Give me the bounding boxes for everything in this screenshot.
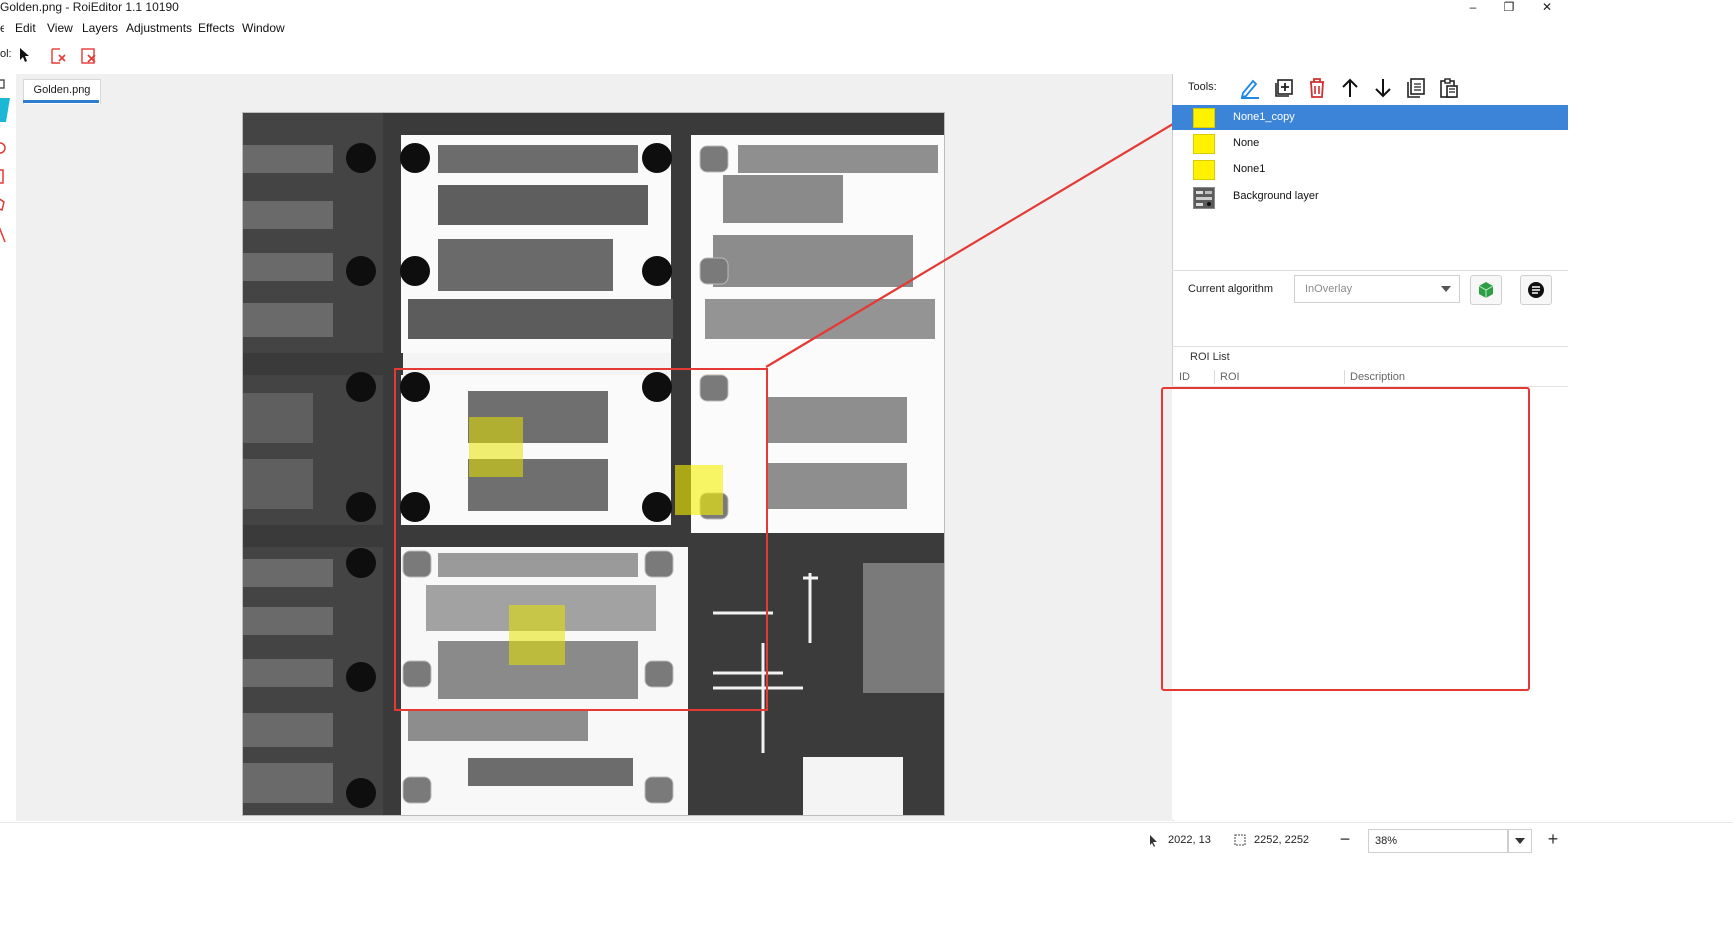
image-size: 2252, 2252: [1254, 834, 1310, 846]
layer-row-none1-copy[interactable]: None1_copy: [1172, 105, 1568, 130]
roi-table-header: ID ROI Description: [1172, 368, 1568, 387]
copy-icon[interactable]: [1405, 77, 1427, 99]
column-divider[interactable]: [1344, 370, 1345, 384]
menu-layers[interactable]: Layers: [82, 19, 118, 37]
tool-label: ol:: [0, 48, 12, 60]
minimize-button[interactable]: –: [1453, 0, 1493, 14]
menu-bar: e Edit View Layers Adjustments Effects W…: [0, 19, 700, 37]
zoom-value: 38%: [1375, 835, 1398, 847]
roi-list-title: ROI List: [1190, 351, 1230, 363]
menu-effects[interactable]: Effects: [198, 19, 234, 37]
layer-label: None1_copy: [1233, 111, 1295, 123]
cube-icon: [1477, 281, 1495, 302]
chevron-down-icon: [1515, 838, 1525, 844]
menu-file-clipped[interactable]: e: [0, 19, 4, 37]
menu-view[interactable]: View: [47, 19, 73, 37]
menu-edit[interactable]: Edit: [15, 19, 36, 37]
pencil-icon[interactable]: [1239, 77, 1261, 99]
layer-swatch: [1193, 160, 1215, 180]
algorithm-settings-button[interactable]: [1520, 275, 1552, 305]
column-description[interactable]: Description: [1350, 368, 1405, 386]
algorithm-label: Current algorithm: [1188, 283, 1273, 295]
arrow-up-icon[interactable]: [1339, 77, 1361, 99]
background-thumbnail-icon: [1193, 187, 1215, 209]
restore-button[interactable]: ❐: [1489, 0, 1529, 14]
layer-label: Background layer: [1233, 190, 1319, 202]
run-algorithm-button[interactable]: [1470, 275, 1502, 305]
layer-row-none[interactable]: None: [1172, 131, 1568, 156]
layer-label: None1: [1233, 163, 1266, 175]
divider: [1172, 346, 1568, 347]
clear-selection-icon[interactable]: [50, 47, 68, 65]
close-button[interactable]: ✕: [1527, 0, 1567, 14]
layer-row-none1[interactable]: None1: [1172, 157, 1568, 182]
tools-label: Tools:: [1188, 81, 1217, 93]
add-layer-icon[interactable]: [1273, 77, 1295, 99]
chevron-down-icon: [1441, 286, 1451, 292]
left-tool-strip: [0, 74, 16, 274]
column-roi[interactable]: ROI: [1220, 368, 1240, 386]
menu-adjustments[interactable]: Adjustments: [126, 19, 192, 37]
selection-size-icon: [1234, 834, 1246, 846]
clear-all-icon[interactable]: [80, 47, 98, 65]
pcb-image: [243, 113, 944, 815]
image-canvas[interactable]: [242, 112, 945, 816]
layer-swatch: [1193, 108, 1215, 128]
layer-row-background[interactable]: Background layer: [1172, 184, 1568, 209]
paste-icon[interactable]: [1438, 77, 1460, 99]
zoom-dropdown-button[interactable]: [1508, 829, 1532, 853]
divider: [1172, 270, 1568, 271]
delete-icon[interactable]: [1306, 77, 1328, 99]
layer-label: None: [1233, 137, 1260, 149]
active-tab-indicator: [23, 100, 99, 103]
cursor-position-icon: [1148, 834, 1160, 848]
menu-window[interactable]: Window: [242, 19, 285, 37]
layer-swatch: [1193, 134, 1215, 154]
annotation-highlight-box: [1161, 387, 1530, 691]
arrow-down-icon[interactable]: [1372, 77, 1394, 99]
cursor-position: 2022, 13: [1168, 834, 1211, 846]
window-bottom-area: [0, 858, 1733, 947]
document-tab-bar: [16, 74, 1173, 104]
toolbar: ol:: [0, 44, 400, 68]
window-title: Golden.png - RoiEditor 1.1 10190: [0, 0, 179, 14]
zoom-out-button[interactable]: −: [1334, 829, 1356, 851]
column-id[interactable]: ID: [1179, 368, 1190, 386]
zoom-in-button[interactable]: +: [1542, 829, 1564, 851]
pointer-icon[interactable]: [18, 47, 32, 63]
algorithm-value: InOverlay: [1305, 283, 1353, 295]
zoom-input[interactable]: 38%: [1368, 829, 1508, 853]
algorithm-select[interactable]: InOverlay: [1294, 275, 1460, 303]
list-circle-icon: [1527, 281, 1545, 302]
column-divider[interactable]: [1214, 370, 1215, 384]
